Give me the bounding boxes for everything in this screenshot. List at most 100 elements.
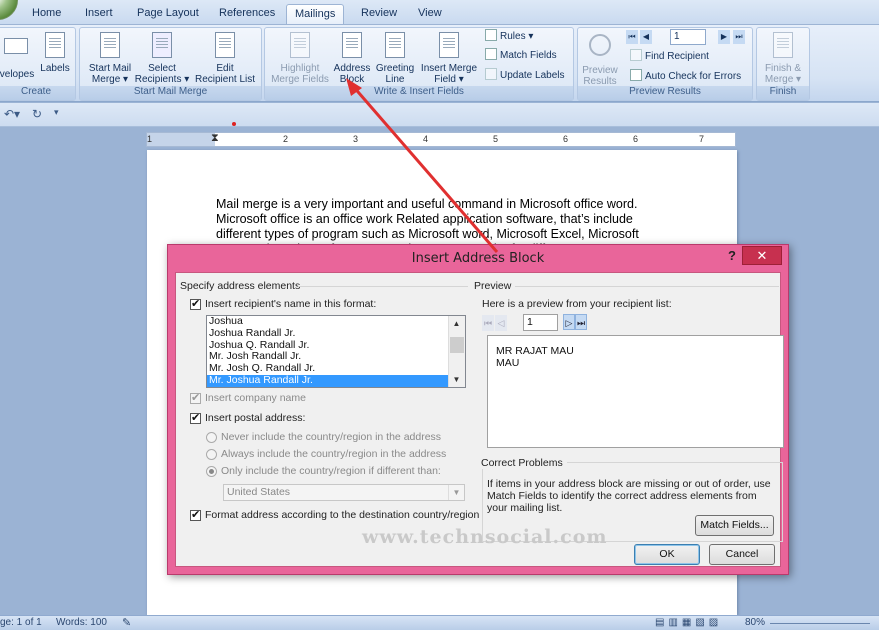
preview-results-icon — [587, 34, 613, 62]
last-record-icon[interactable]: ⏭ — [733, 30, 745, 44]
preview-results-button[interactable]: Preview Results — [580, 32, 620, 87]
cancel-button[interactable]: Cancel — [709, 544, 775, 565]
auto-check-icon — [630, 69, 642, 81]
insert-merge-field-button[interactable]: Insert Merge Field ▾ — [419, 32, 479, 85]
customize-toolbar-icon[interactable]: ▾ — [54, 107, 59, 118]
update-labels-button[interactable]: Update Labels — [485, 67, 565, 85]
group-label-start-mail-merge: Start Mail Merge — [80, 86, 261, 100]
group-write-insert-fields: Highlight Merge Fields Address Block Gre… — [264, 27, 574, 101]
finish-merge-icon — [770, 32, 796, 60]
dialog-title: Insert Address Block — [411, 251, 545, 266]
record-number-input[interactable]: 1 — [670, 29, 706, 45]
correct-problems-label: Correct Problems — [481, 457, 567, 469]
auto-check-errors-button[interactable]: Auto Check for Errors — [630, 68, 741, 86]
never-include-label: Never include the country/region in the … — [221, 431, 442, 443]
insert-postal-checkbox[interactable] — [190, 411, 201, 424]
labels-icon — [42, 32, 68, 60]
insert-company-label: Insert company name — [205, 392, 306, 404]
group-label-finish: Finish — [757, 86, 809, 100]
next-record-icon[interactable]: ▶ — [718, 30, 730, 44]
always-include-radio[interactable] — [206, 449, 217, 460]
format-address-checkbox[interactable] — [190, 508, 201, 521]
tab-insert[interactable]: Insert — [77, 4, 121, 24]
find-icon — [630, 49, 642, 61]
finish-merge-button[interactable]: Finish & Merge ▾ — [759, 32, 807, 85]
close-button[interactable]: ✕ — [742, 246, 782, 265]
tab-home[interactable]: Home — [24, 4, 69, 24]
ruler-tick: 6 — [563, 134, 569, 144]
office-button[interactable] — [0, 0, 18, 20]
zoom-level[interactable]: 80% — [745, 617, 765, 628]
always-include-label: Always include the country/region in the… — [221, 448, 447, 460]
previous-record-icon[interactable]: ◀ — [640, 30, 652, 44]
next-record-icon[interactable]: ▷ — [563, 314, 575, 330]
correct-problems-text: If items in your address block are missi… — [487, 478, 771, 514]
country-select[interactable]: United States ▼ — [223, 484, 465, 501]
insert-name-label: Insert recipient's name in this format: — [205, 298, 377, 310]
ruler-tick: 7 — [699, 134, 705, 144]
insert-name-checkbox[interactable] — [190, 297, 201, 310]
horizontal-ruler[interactable]: 1 ⧗ 2 3 4 5 6 6 7 — [146, 132, 736, 147]
first-record-icon[interactable]: ⏮ — [482, 315, 494, 331]
scroll-up-icon[interactable]: ▲ — [449, 316, 464, 331]
edit-recipient-list-button[interactable]: Edit Recipient List — [192, 32, 258, 85]
first-record-icon[interactable]: ⏮ — [626, 30, 638, 44]
match-fields-button[interactable]: Match Fields — [485, 47, 557, 65]
chevron-down-icon[interactable]: ▼ — [448, 485, 464, 500]
group-create: velopes Labels Create — [0, 27, 76, 101]
greeting-line-button[interactable]: Greeting Line — [373, 32, 417, 85]
divider — [515, 286, 779, 287]
zoom-slider[interactable] — [770, 623, 870, 624]
never-include-radio[interactable] — [206, 432, 217, 443]
record-input[interactable]: 1 — [523, 314, 558, 331]
tab-page-layout[interactable]: Page Layout — [129, 4, 207, 24]
scroll-down-icon[interactable]: ▼ — [449, 372, 464, 387]
tab-references[interactable]: References — [211, 4, 283, 24]
insert-address-block-dialog: Insert Address Block ? ✕ Specify address… — [167, 244, 789, 575]
labels-button[interactable]: Labels — [37, 32, 73, 74]
insert-merge-field-icon — [436, 32, 462, 60]
group-start-mail-merge: Start Mail Merge ▾ Select Recipients ▾ E… — [79, 27, 262, 101]
find-recipient-button[interactable]: Find Recipient — [630, 48, 709, 66]
preview-line: MR RAJAT MAU — [496, 345, 574, 357]
ok-button[interactable]: OK — [634, 544, 700, 565]
help-button[interactable]: ? — [728, 248, 736, 263]
scroll-thumb[interactable] — [450, 337, 464, 353]
match-fields-button[interactable]: Match Fields... — [695, 515, 774, 536]
insert-company-checkbox[interactable] — [190, 391, 201, 404]
proofing-icon[interactable]: ✎ — [122, 616, 131, 629]
tab-review[interactable]: Review — [353, 4, 405, 24]
list-item-selected[interactable]: Mr. Joshua Randall Jr. — [207, 374, 465, 387]
previous-record-icon[interactable]: ◁ — [495, 315, 507, 331]
view-buttons-icon[interactable]: ▤▥▦▧▨ — [655, 617, 722, 628]
divider — [298, 286, 468, 287]
envelopes-button[interactable]: velopes — [0, 32, 37, 80]
only-include-radio[interactable] — [206, 466, 217, 477]
name-format-listbox[interactable]: Joshua Joshua Randall Jr. Joshua Q. Rand… — [206, 315, 466, 388]
redo-icon[interactable]: ↻ — [32, 107, 42, 121]
match-fields-icon — [485, 48, 497, 60]
word-count[interactable]: Words: 100 — [56, 617, 107, 628]
page-count[interactable]: ge: 1 of 1 — [0, 617, 42, 628]
rules-button[interactable]: Rules ▾ — [485, 28, 533, 46]
tab-mailings[interactable]: Mailings — [286, 4, 345, 24]
ruler-tick: 4 — [423, 134, 429, 144]
last-record-icon[interactable]: ⏭ — [575, 314, 587, 330]
address-block-button[interactable]: Address Block — [331, 32, 373, 85]
listbox-scrollbar[interactable]: ▲ ▼ — [448, 316, 465, 387]
indent-marker-icon[interactable]: ⧗ — [211, 132, 219, 145]
undo-icon[interactable]: ↶▾ — [4, 107, 20, 121]
highlight-merge-fields-button[interactable]: Highlight Merge Fields — [269, 32, 331, 85]
marker-dot — [232, 122, 236, 126]
envelope-icon — [4, 38, 30, 66]
watermark: www.technsocial.com — [362, 526, 608, 548]
tab-view[interactable]: View — [410, 4, 450, 24]
start-mail-merge-button[interactable]: Start Mail Merge ▾ — [82, 32, 138, 85]
address-block-icon — [339, 32, 365, 60]
ruler-margin — [147, 133, 215, 146]
list-item[interactable]: Joshua Randall Jr. — [207, 327, 465, 340]
group-label-write-insert: Write & Insert Fields — [265, 86, 573, 100]
ruler-tick: 6 — [633, 134, 639, 144]
select-recipients-button[interactable]: Select Recipients ▾ — [133, 32, 191, 85]
highlight-icon — [287, 32, 313, 60]
